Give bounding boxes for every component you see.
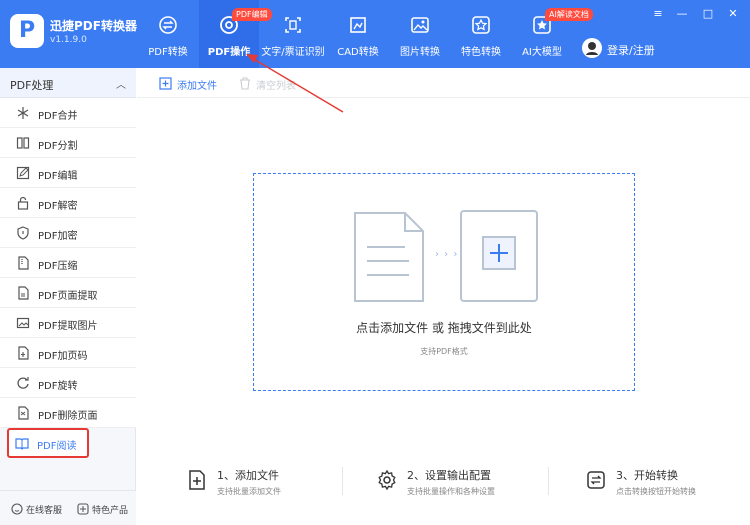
app-version: v1.1.9.0 <box>50 35 87 45</box>
step-subtitle: 支持批量操作和各种设置 <box>407 487 495 496</box>
book-icon <box>15 438 29 450</box>
add-file-button[interactable]: 添加文件 <box>177 77 217 92</box>
nav-label: 图片转换 <box>400 47 440 58</box>
sidebar-item-label: PDF删除页面 <box>38 411 98 422</box>
sidebar-item-read[interactable]: PDF阅读 <box>7 428 89 458</box>
sidebar-item-label: PDF加密 <box>38 231 78 242</box>
file-toolbar: 添加文件 清空列表 <box>137 68 750 98</box>
step-divider <box>342 467 343 495</box>
add-file-icon <box>189 470 205 490</box>
convert-icon <box>587 471 605 489</box>
drop-zone-format-hint: 支持PDF格式 <box>420 347 468 356</box>
cad-icon <box>350 17 366 33</box>
nav-ocr[interactable]: 文字/票证识别 <box>259 0 327 68</box>
sidebar-item-label: PDF解密 <box>38 201 78 212</box>
sidebar-item-label: PDF页面提取 <box>38 291 98 302</box>
file-drop-zone[interactable]: › › › 点击添加文件 或 拖拽文件到此处 支持PDF格式 <box>253 173 635 391</box>
unlock-icon <box>17 196 29 210</box>
split-icon <box>16 137 30 149</box>
online-service-button[interactable]: 在线客服 <box>26 503 62 516</box>
step-subtitle: 点击转换按钮开始转换 <box>616 487 696 496</box>
sidebar-item-label: PDF提取图片 <box>38 321 98 332</box>
sidebar-item-merge[interactable]: PDF合并 <box>0 98 136 128</box>
sidebar-item-label: PDF编辑 <box>38 171 78 182</box>
nav-label: PDF转换 <box>148 47 188 58</box>
sidebar-item-page-number[interactable]: PDF加页码 <box>0 338 136 368</box>
featured-icon <box>77 503 89 515</box>
nav-label: 特色转换 <box>461 47 501 58</box>
nav-special-convert[interactable]: 特色转换 <box>453 0 509 68</box>
step-divider <box>548 467 549 495</box>
maximize-button[interactable]: □ <box>702 8 714 20</box>
sidebar-item-label: PDF合并 <box>38 111 78 122</box>
step-subtitle: 支持批量添加文件 <box>217 487 281 496</box>
app-logo: P <box>10 14 44 48</box>
page-extract-icon <box>18 286 29 300</box>
shield-icon <box>17 226 29 240</box>
top-nav-bar: P 迅捷PDF转换器 v1.1.9.0 PDF转换 PDF操作 PDF编辑 文字… <box>0 0 750 68</box>
avatar[interactable] <box>582 38 602 58</box>
sidebar-item-delete-page[interactable]: PDF删除页面 <box>0 398 136 428</box>
star-icon <box>472 16 490 34</box>
settings-icon <box>378 470 396 490</box>
page-number-icon <box>18 346 29 360</box>
image-icon <box>411 17 429 33</box>
chevron-up-icon: ︿ <box>116 80 126 91</box>
sidebar-item-label: PDF加页码 <box>38 351 88 362</box>
sidebar-footer: 在线客服 特色产品 <box>0 490 136 525</box>
sidebar-section-header[interactable]: PDF处理 ︿ <box>0 68 136 98</box>
edit-icon <box>16 166 30 180</box>
sidebar-item-rotate[interactable]: PDF旋转 <box>0 368 136 398</box>
sidebar-item-decrypt[interactable]: PDF解密 <box>0 188 136 218</box>
sidebar-item-page-extract[interactable]: PDF页面提取 <box>0 278 136 308</box>
clear-list-button[interactable]: 清空列表 <box>256 77 296 92</box>
sidebar-item-label: PDF旋转 <box>38 381 78 392</box>
rotate-icon <box>17 377 29 389</box>
flow-arrows-icon: › › › <box>435 249 459 260</box>
sidebar-item-label: PDF分割 <box>38 141 78 152</box>
menu-icon[interactable]: ≡ <box>652 8 664 20</box>
nav-label: AI大模型 <box>522 47 562 58</box>
sidebar-item-label: PDF压缩 <box>38 261 78 272</box>
nav-pdf-convert[interactable]: PDF转换 <box>140 0 196 68</box>
delete-page-icon <box>18 406 29 420</box>
step-title: 3、开始转换 <box>616 469 678 482</box>
ai-doc-badge: AI解读文档 <box>545 8 593 21</box>
sidebar: PDF处理 ︿ PDF合并 PDF分割 PDF编辑 PDF解密 PDF加密 PD… <box>0 68 136 525</box>
sidebar-item-compress[interactable]: PDF压缩 <box>0 248 136 278</box>
image-extract-icon <box>16 317 30 329</box>
nav-label: CAD转换 <box>337 47 379 58</box>
add-file-icon <box>159 77 172 90</box>
sidebar-item-split[interactable]: PDF分割 <box>0 128 136 158</box>
nav-label: 文字/票证识别 <box>261 47 325 58</box>
sidebar-item-encrypt[interactable]: PDF加密 <box>0 218 136 248</box>
headset-icon <box>11 503 23 515</box>
featured-products-button[interactable]: 特色产品 <box>92 503 128 516</box>
nav-cad-convert[interactable]: CAD转换 <box>330 0 386 68</box>
step-title: 1、添加文件 <box>217 469 279 482</box>
step-title: 2、设置输出配置 <box>407 469 491 482</box>
sidebar-item-label: PDF阅读 <box>37 441 77 452</box>
sidebar-item-edit[interactable]: PDF编辑 <box>0 158 136 188</box>
minimize-button[interactable]: — <box>676 8 688 20</box>
login-button[interactable]: 登录/注册 <box>607 42 655 58</box>
nav-image-convert[interactable]: 图片转换 <box>392 0 448 68</box>
sidebar-item-image-extract[interactable]: PDF提取图片 <box>0 308 136 338</box>
trash-icon <box>240 77 250 90</box>
compress-icon <box>18 256 29 270</box>
nav-label: PDF操作 <box>207 47 251 58</box>
document-illustration-icon <box>354 212 424 302</box>
add-box-illustration <box>460 210 538 302</box>
scan-icon <box>285 17 301 33</box>
drop-zone-instruction: 点击添加文件 或 拖拽文件到此处 <box>356 321 532 335</box>
plus-icon <box>482 236 516 270</box>
sidebar-title: PDF处理 <box>10 79 54 92</box>
close-button[interactable]: ✕ <box>727 8 739 20</box>
app-name: 迅捷PDF转换器 <box>50 19 137 33</box>
merge-icon <box>17 107 29 119</box>
user-icon <box>586 42 598 55</box>
swap-icon <box>159 16 177 34</box>
